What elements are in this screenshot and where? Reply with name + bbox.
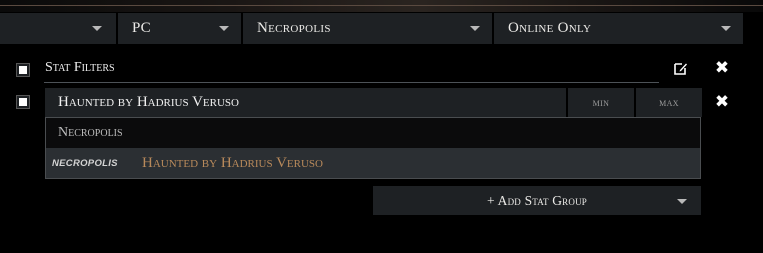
header-banner [0,0,763,12]
league-value: Necropolis [257,20,331,36]
chevron-down-icon [219,26,229,31]
chevron-down-icon [721,26,731,31]
stat-filters-title: Stat Filters [45,60,115,75]
header-divider [0,5,763,6]
stat-filters-checkbox[interactable] [16,63,30,77]
add-stat-group-label: + Add Stat Group [487,192,587,208]
max-input[interactable]: max [636,88,702,117]
close-icon[interactable]: ✖ [713,58,731,78]
stat-filters-divider [44,82,659,83]
stat-row-checkbox[interactable] [16,95,30,109]
min-placeholder: min [592,95,610,109]
stat-suggestion-list: Necropolis NECROPOLIS Haunted by Hadrius… [45,117,701,179]
min-input[interactable]: min [568,88,634,117]
stat-search-input[interactable]: Haunted by Hadrius Veruso [45,88,566,117]
close-icon[interactable]: ✖ [713,92,731,112]
group-header-label: Necropolis [58,125,123,140]
suggestion-group-header: Necropolis [46,118,700,148]
suggestion-item[interactable]: NECROPOLIS Haunted by Hadrius Veruso [46,148,700,178]
platform-value: PC [132,20,151,36]
chevron-down-icon [92,26,102,31]
category-dropdown[interactable] [0,13,116,44]
stat-search-value: Haunted by Hadrius Veruso [58,94,239,110]
status-dropdown[interactable]: Online Only [494,13,743,44]
add-stat-group-button[interactable]: + Add Stat Group [373,186,701,215]
suggestion-tag: NECROPOLIS [52,157,118,169]
edit-icon[interactable] [673,60,689,76]
chevron-down-icon [470,26,480,31]
suggestion-item-label: Haunted by Hadrius Veruso [142,154,323,171]
chevron-down-icon[interactable] [677,199,687,204]
platform-dropdown[interactable]: PC [118,13,241,44]
status-value: Online Only [508,20,592,36]
max-placeholder: max [659,95,679,109]
league-dropdown[interactable]: Necropolis [243,13,492,44]
